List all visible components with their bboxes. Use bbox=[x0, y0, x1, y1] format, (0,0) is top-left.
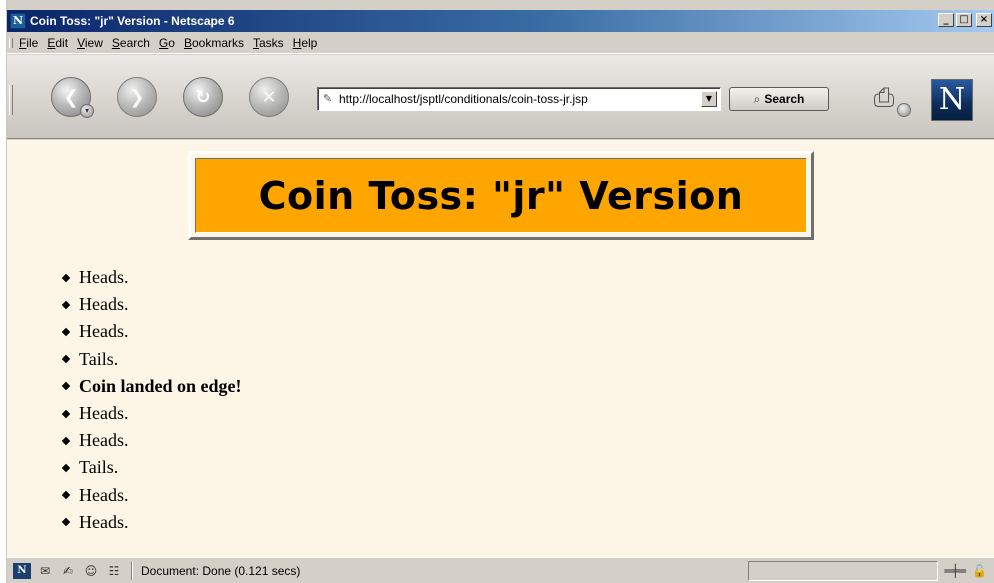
result-text: Tails. bbox=[79, 457, 119, 478]
heading-banner: Coin Toss: "jr" Version bbox=[188, 151, 814, 240]
window-controls: _ □ × bbox=[938, 13, 992, 27]
progress-panel bbox=[748, 560, 939, 581]
result-text: Tails. bbox=[79, 348, 119, 369]
list-item: Heads. bbox=[61, 291, 242, 318]
list-item: Heads. bbox=[61, 264, 242, 291]
bullet-icon bbox=[61, 300, 71, 310]
mail-icon[interactable]: ✉ bbox=[36, 563, 54, 579]
result-text: Heads. bbox=[79, 403, 129, 424]
menu-bookmarks[interactable]: Bookmarks bbox=[184, 36, 244, 50]
netscape-app-icon: N bbox=[10, 13, 26, 29]
menu-go[interactable]: Go bbox=[159, 36, 175, 50]
close-button[interactable]: × bbox=[976, 13, 992, 27]
security-lock-icon[interactable]: 🔓 bbox=[972, 564, 987, 578]
minimize-button[interactable]: _ bbox=[938, 13, 954, 27]
list-item: Heads. bbox=[61, 400, 242, 427]
list-item: Heads. bbox=[61, 482, 242, 509]
result-text: Heads. bbox=[79, 511, 129, 532]
menu-help[interactable]: Help bbox=[293, 36, 318, 50]
status-text: Document: Done (0.121 secs) bbox=[141, 563, 301, 578]
address-book-icon[interactable]: ☷ bbox=[105, 563, 123, 579]
heading-banner-inner: Coin Toss: "jr" Version bbox=[195, 158, 807, 233]
navigator-icon[interactable]: N bbox=[13, 562, 31, 579]
online-connection-icon[interactable]: ═╪═ bbox=[944, 564, 966, 578]
url-input[interactable]: http://localhost/jsptl/conditionals/coin… bbox=[339, 92, 701, 106]
back-button[interactable]: ❮ ▾ bbox=[51, 77, 94, 118]
search-button-label: Search bbox=[764, 92, 805, 106]
list-item: Heads. bbox=[61, 427, 242, 454]
result-text: Heads. bbox=[79, 484, 129, 505]
reload-button[interactable]: ↻ bbox=[183, 77, 223, 117]
result-text: Heads. bbox=[79, 267, 129, 287]
status-indicators: ═╪═ 🔓 bbox=[944, 564, 987, 578]
stop-icon: ✕ bbox=[261, 86, 277, 108]
toolbar-grip[interactable] bbox=[9, 85, 13, 115]
result-text: Coin landed on edge! bbox=[79, 375, 242, 396]
bullet-icon bbox=[61, 436, 71, 446]
netscape-logo[interactable]: N bbox=[931, 79, 973, 121]
menu-view[interactable]: View bbox=[77, 36, 103, 50]
status-bar: N ✉ ✍ ☺ ☷ Document: Done (0.121 secs) ═╪… bbox=[7, 557, 994, 583]
menu-file[interactable]: File bbox=[19, 36, 38, 50]
bullet-icon bbox=[61, 518, 71, 527]
list-item: Coin landed on edge! bbox=[61, 373, 242, 400]
navigation-toolbar: ❮ ▾ ❯ ↻ ✕ ✎ http://localhost/jsptl/condi… bbox=[7, 55, 994, 139]
bullet-icon bbox=[61, 354, 71, 364]
result-text: Heads. bbox=[79, 321, 129, 342]
url-bar[interactable]: ✎ http://localhost/jsptl/conditionals/co… bbox=[317, 87, 721, 111]
title-bar: N Coin Toss: "jr" Version - Netscape 6 _… bbox=[7, 10, 994, 32]
menu-bar: File Edit View Search Go Bookmarks Tasks… bbox=[7, 32, 994, 54]
magnifier-icon: ⌕ bbox=[753, 91, 761, 106]
list-item: Tails. bbox=[61, 454, 242, 481]
list-item: Heads. bbox=[61, 318, 242, 345]
result-text: Heads. bbox=[79, 294, 129, 315]
bullet-icon bbox=[61, 273, 71, 282]
bullet-icon bbox=[61, 490, 71, 500]
page-content: Coin Toss: "jr" Version Heads. Heads. He… bbox=[7, 140, 994, 557]
menu-tasks[interactable]: Tasks bbox=[253, 36, 284, 50]
toss-results-list: Heads. Heads. Heads. Tails. Coin landed … bbox=[61, 264, 242, 536]
forward-button[interactable]: ❯ bbox=[117, 77, 157, 117]
window-title: Coin Toss: "jr" Version - Netscape 6 bbox=[30, 14, 235, 28]
list-item: Tails. bbox=[61, 346, 242, 373]
maximize-button[interactable]: □ bbox=[956, 13, 972, 27]
bullet-icon bbox=[61, 382, 71, 391]
reload-icon: ↻ bbox=[195, 86, 211, 108]
print-dropdown-icon[interactable] bbox=[897, 103, 911, 117]
instant-messenger-icon[interactable]: ☺ bbox=[82, 563, 100, 579]
bullet-icon bbox=[61, 463, 71, 473]
menubar-grip[interactable] bbox=[9, 38, 13, 48]
back-arrow-icon: ❮ bbox=[63, 86, 79, 108]
forward-arrow-icon: ❯ bbox=[129, 86, 145, 108]
menu-search[interactable]: Search bbox=[112, 36, 150, 50]
bullet-icon bbox=[61, 327, 71, 337]
result-text: Heads. bbox=[79, 430, 129, 451]
back-history-dropdown-icon[interactable]: ▾ bbox=[80, 104, 94, 118]
composer-icon[interactable]: ✍ bbox=[59, 563, 77, 579]
menu-edit[interactable]: Edit bbox=[47, 36, 68, 50]
url-dropdown-icon[interactable]: ▼ bbox=[701, 91, 717, 107]
page-heading: Coin Toss: "jr" Version bbox=[258, 173, 744, 218]
page-proxy-icon[interactable]: ✎ bbox=[323, 92, 337, 106]
list-item: Heads. bbox=[61, 509, 242, 536]
search-button[interactable]: ⌕ Search bbox=[729, 87, 829, 111]
bullet-icon bbox=[61, 409, 71, 418]
stop-button[interactable]: ✕ bbox=[249, 77, 289, 117]
status-separator bbox=[131, 561, 133, 580]
browser-window: N Coin Toss: "jr" Version - Netscape 6 _… bbox=[6, 0, 994, 583]
